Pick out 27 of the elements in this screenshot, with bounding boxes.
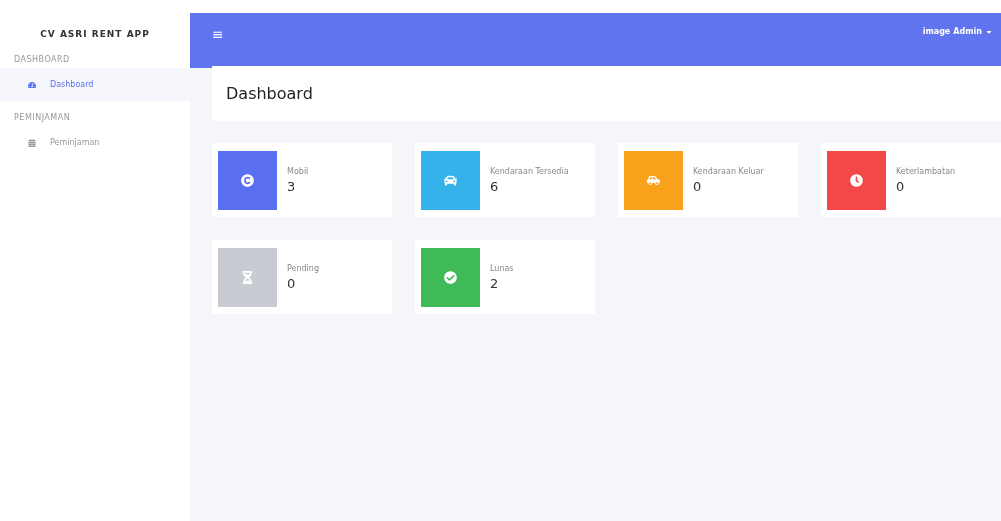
sidebar-heading: PEMINJAMAN (13, 112, 72, 124)
stat-value: 2 (490, 275, 500, 291)
stat-label: Mobil (287, 166, 310, 177)
stat-label: Kendaraan Keluar (693, 166, 765, 177)
brand-title: CV ASRI RENT APP (39, 28, 151, 41)
stat-label: Kendaraan Tersedia (490, 166, 570, 177)
page-title: Dashboard (212, 66, 1001, 121)
car-icon (647, 173, 660, 187)
hourglass-icon (241, 270, 254, 284)
user-menu[interactable]: image Admin (922, 27, 993, 36)
sidebar-heading: DASHBOARD (13, 54, 71, 66)
sidebar-item[interactable]: Peminjaman (0, 126, 190, 159)
stat-value: 6 (490, 178, 500, 194)
stat-label: Lunas (490, 263, 515, 274)
clock-icon (850, 173, 863, 187)
stat-value: 0 (896, 178, 906, 194)
calendar-icon (28, 138, 36, 147)
menu-icon[interactable]: ≡ (212, 27, 224, 41)
copyright-icon (241, 173, 254, 187)
stat-label: Pending (287, 263, 320, 274)
car-icon (444, 173, 457, 187)
gauge-icon (28, 80, 36, 89)
stat-value: 0 (287, 275, 297, 291)
stat-value: 0 (693, 178, 703, 194)
sidebar-item[interactable]: Dashboard (0, 68, 190, 101)
stat-label: Keterlambatan (896, 166, 957, 177)
stat-value: 3 (287, 178, 297, 194)
